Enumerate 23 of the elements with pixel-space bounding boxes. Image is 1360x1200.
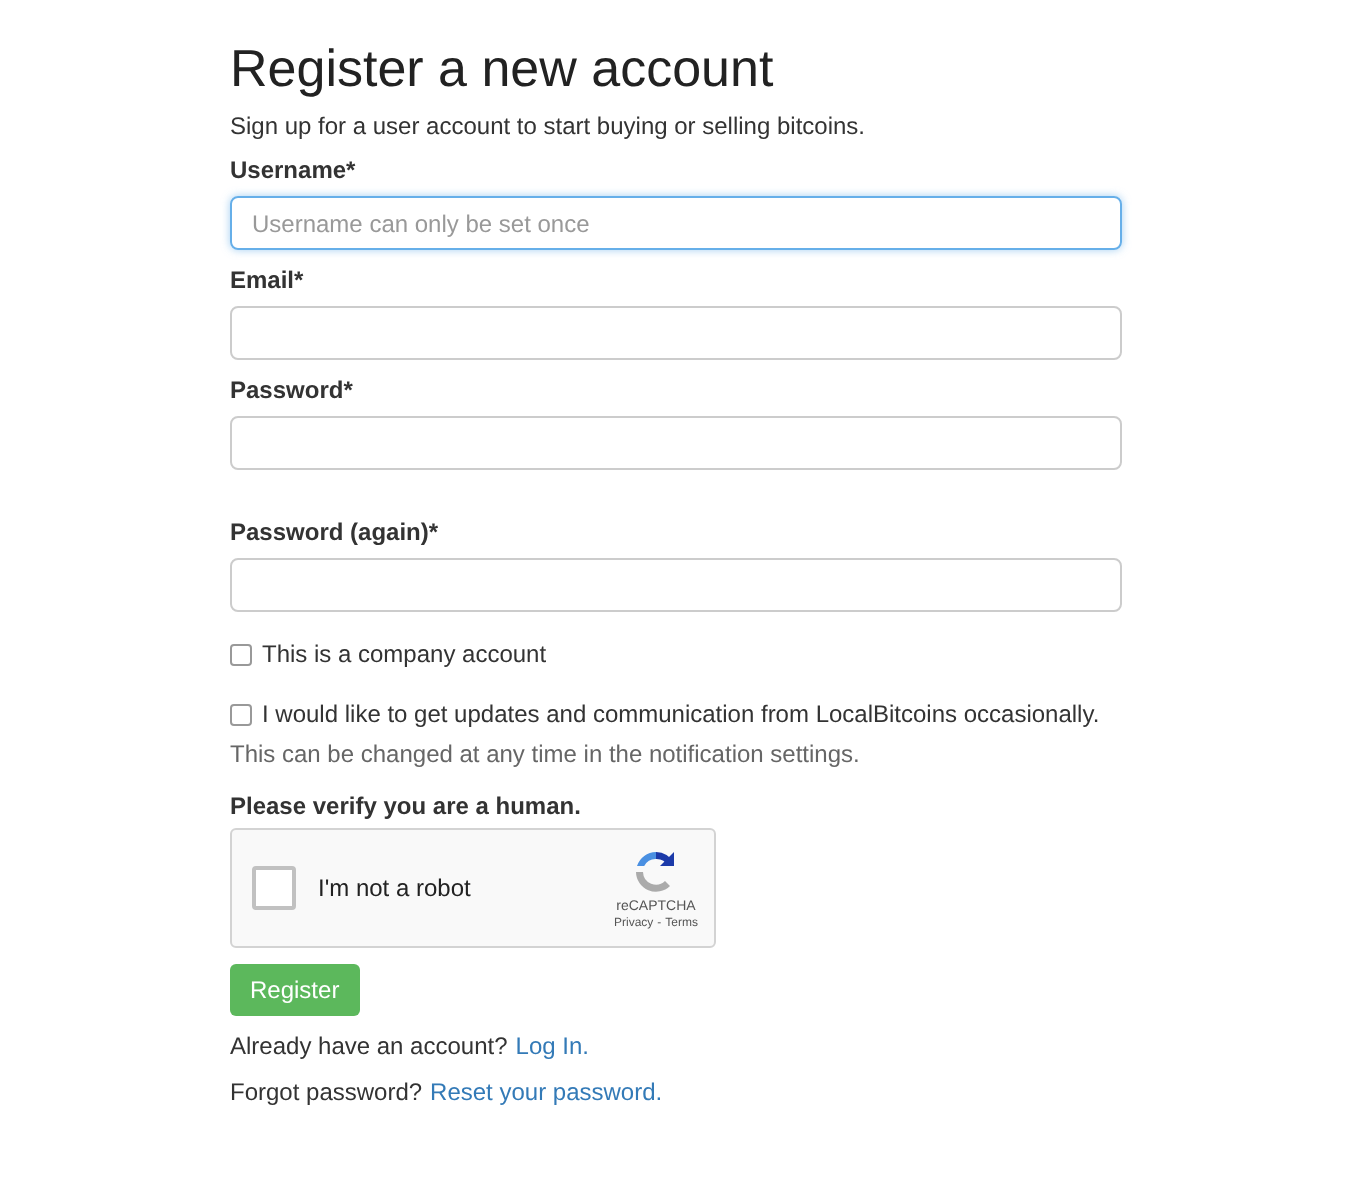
- input-field[interactable]: Username can only be set once: [230, 196, 1122, 250]
- checkbox[interactable]: [230, 703, 252, 725]
- page-title: Register a new account: [230, 40, 776, 96]
- checkbox[interactable]: [230, 643, 252, 665]
- input-field[interactable]: [230, 306, 1122, 360]
- field-label: Password*: [230, 374, 353, 408]
- field-label: Password (again)*: [230, 516, 439, 550]
- input-field[interactable]: [230, 558, 1122, 612]
- text-link[interactable]: Log In.: [515, 1032, 589, 1062]
- hint-text: This can be changed at any time in the notification settings.: [230, 740, 860, 768]
- register-button[interactable]: Register: [230, 964, 360, 1016]
- input-field[interactable]: [230, 416, 1122, 470]
- checkbox-label: I would like to get updates and communication from LocalBitcoins occasionally.: [262, 698, 1100, 732]
- prompt-text: Forgot password?: [230, 1078, 423, 1108]
- captcha-heading: Please verify you are a human.: [230, 792, 581, 820]
- captcha-checkbox[interactable]: [252, 866, 296, 910]
- prompt-text: Already have an account?: [230, 1032, 508, 1062]
- field-label: Email*: [230, 264, 304, 298]
- checkbox-label: This is a company account: [262, 638, 547, 672]
- text-link[interactable]: Reset your password.: [430, 1078, 663, 1108]
- captcha-label: I'm not a robot: [318, 872, 471, 906]
- subtitle: Sign up for a user account to start buying or selling bitcoins.: [230, 112, 866, 140]
- field-label: Username*: [230, 154, 356, 188]
